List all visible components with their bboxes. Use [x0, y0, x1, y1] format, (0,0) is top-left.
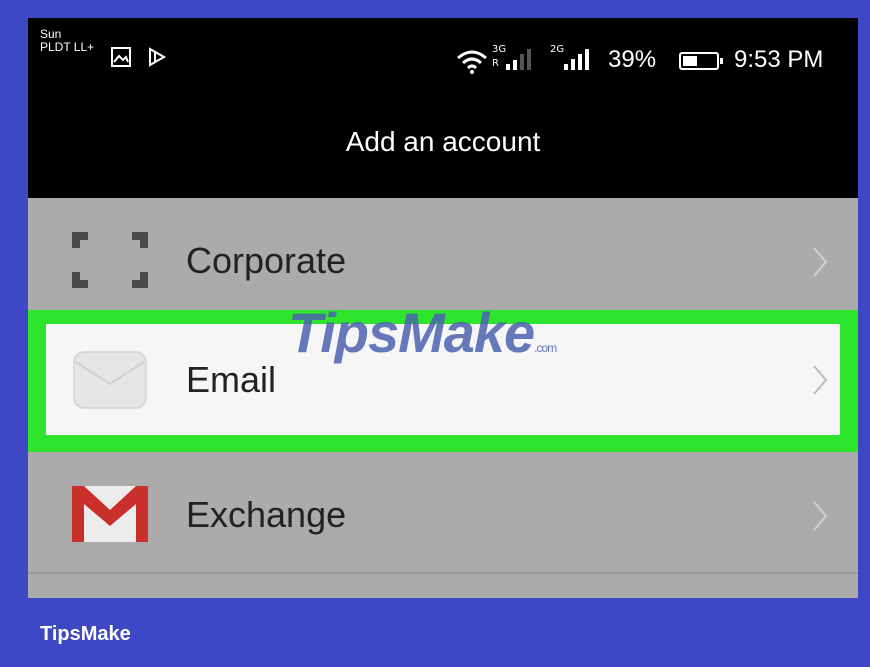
- page-title: Add an account: [345, 126, 541, 157]
- gmail-icon: [72, 486, 148, 542]
- roaming-indicator: R: [492, 58, 499, 69]
- image-icon: [111, 47, 131, 67]
- corporate-icon: [72, 232, 148, 288]
- watermark-text: TipsMake: [288, 301, 535, 364]
- envelope-icon: [73, 351, 147, 409]
- phone-screen: Sun PLDT LL+ 3G R 2G 39% 9:53 PM Add an …: [28, 18, 858, 598]
- signal-icon-2: [564, 49, 589, 70]
- app-bar: Add an account: [28, 90, 858, 198]
- chevron-right-icon: [813, 247, 828, 277]
- carrier-line-2: PLDT LL+: [40, 40, 95, 54]
- chevron-right-icon: [813, 501, 828, 531]
- clock: 9:53 PM: [734, 46, 824, 73]
- account-type-list: Corporate Email Exchange: [28, 198, 858, 598]
- battery-icon: [679, 52, 723, 70]
- account-option-label: Exchange: [186, 494, 347, 535]
- status-bar: Sun PLDT LL+ 3G R 2G 39% 9:53 PM: [28, 18, 858, 90]
- notification-icon: [149, 47, 167, 67]
- chevron-right-icon: [813, 365, 828, 395]
- carrier-info: Sun PLDT LL+: [40, 28, 94, 54]
- list-divider: [28, 572, 858, 574]
- watermark: TipsMake.com: [288, 300, 557, 365]
- battery-percentage: 39%: [608, 46, 657, 73]
- account-option-exchange[interactable]: Exchange: [28, 452, 858, 577]
- footer-brand-logo: TipsMake: [40, 623, 131, 645]
- wifi-icon: [457, 50, 487, 74]
- account-option-label: Email: [186, 359, 277, 400]
- watermark-suffix: .com: [534, 341, 557, 355]
- signal-icon: [506, 49, 531, 70]
